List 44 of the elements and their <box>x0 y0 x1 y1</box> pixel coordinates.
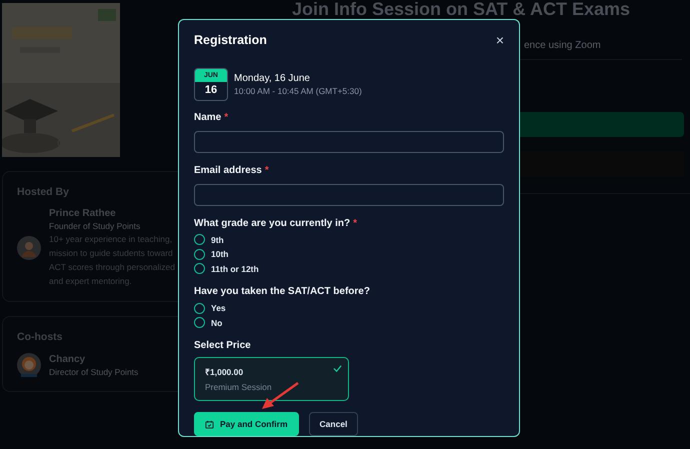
host-bio: ACT scores through personalized <box>49 261 175 273</box>
price-option[interactable]: ₹1,000.00 Premium Session <box>194 357 349 401</box>
section-heading: Hosted By <box>17 186 70 198</box>
radio-button[interactable] <box>194 234 205 246</box>
radio-button[interactable] <box>194 248 205 260</box>
cancel-button[interactable]: Cancel <box>308 412 358 436</box>
field-label: Email address * <box>194 164 270 176</box>
event-title: Join Info Session on SAT & ACT Exams <box>292 0 632 18</box>
option-label: 11th or 12th <box>211 264 259 274</box>
host-role: Founder of Study Points <box>49 221 142 231</box>
radio-button[interactable] <box>194 317 205 328</box>
dialog-title: Registration <box>194 33 267 47</box>
host-bio: 10+ year experience in teaching, <box>49 233 174 245</box>
question-label: What grade are you currently in? * <box>194 218 358 228</box>
option-label: Yes <box>211 303 226 314</box>
check-icon <box>333 364 342 373</box>
event-time: 10:00 AM - 10:45 AM (GMT+5:30) <box>234 86 362 96</box>
cohost-name: Chancy <box>49 354 86 364</box>
required-mark: * <box>353 218 358 228</box>
calendar-day: 16 <box>195 82 227 99</box>
cohost-role: Director of Study Points <box>49 366 138 376</box>
radio-button[interactable] <box>194 263 205 274</box>
calendar-icon <box>205 420 214 428</box>
input-field[interactable] <box>194 184 504 206</box>
input-field[interactable] <box>194 131 504 153</box>
required-mark: * <box>224 112 228 123</box>
price-label: Select Price <box>194 340 252 351</box>
host-bio: mission to guide students toward <box>49 247 174 259</box>
host-name: Prince Rathee <box>49 208 117 219</box>
event-location: ence using Zoom <box>524 40 602 51</box>
field-label: Name * <box>194 112 230 123</box>
radio-button[interactable] <box>194 302 205 314</box>
close-button[interactable]: × <box>496 32 504 48</box>
question-label: Have you taken the SAT/ACT before? <box>194 286 371 297</box>
option-label: No <box>211 318 222 328</box>
option-label: 9th <box>211 234 224 245</box>
event-date: Monday, 16 June <box>234 73 311 84</box>
section-heading: Co-hosts <box>17 331 64 343</box>
avatar-icon <box>17 353 41 377</box>
host-bio: and expert mentoring. <box>49 275 133 287</box>
avatar-icon <box>17 236 41 260</box>
option-label: 10th <box>211 249 228 260</box>
pay-button[interactable]: Pay and Confirm <box>194 412 299 436</box>
required-mark: * <box>264 164 269 176</box>
